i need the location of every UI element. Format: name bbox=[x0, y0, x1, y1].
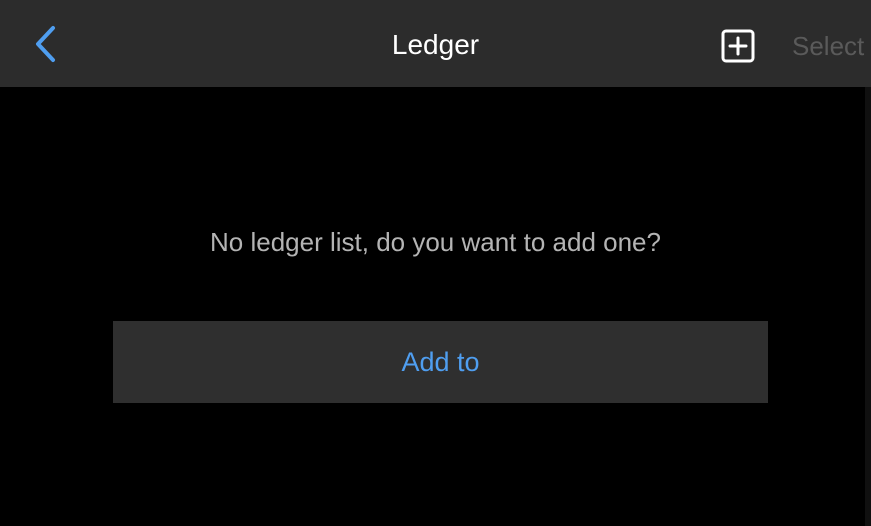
add-ledger-button[interactable] bbox=[718, 26, 758, 66]
add-to-button[interactable]: Add to bbox=[113, 321, 768, 403]
ledger-screen: Ledger Select No ledger list, do you wan… bbox=[0, 0, 871, 526]
edge-divider bbox=[865, 87, 871, 526]
empty-state-message: No ledger list, do you want to add one? bbox=[210, 227, 661, 257]
select-button[interactable]: Select bbox=[792, 30, 864, 62]
top-bar: Ledger Select bbox=[0, 0, 871, 87]
plus-square-icon bbox=[721, 29, 755, 63]
